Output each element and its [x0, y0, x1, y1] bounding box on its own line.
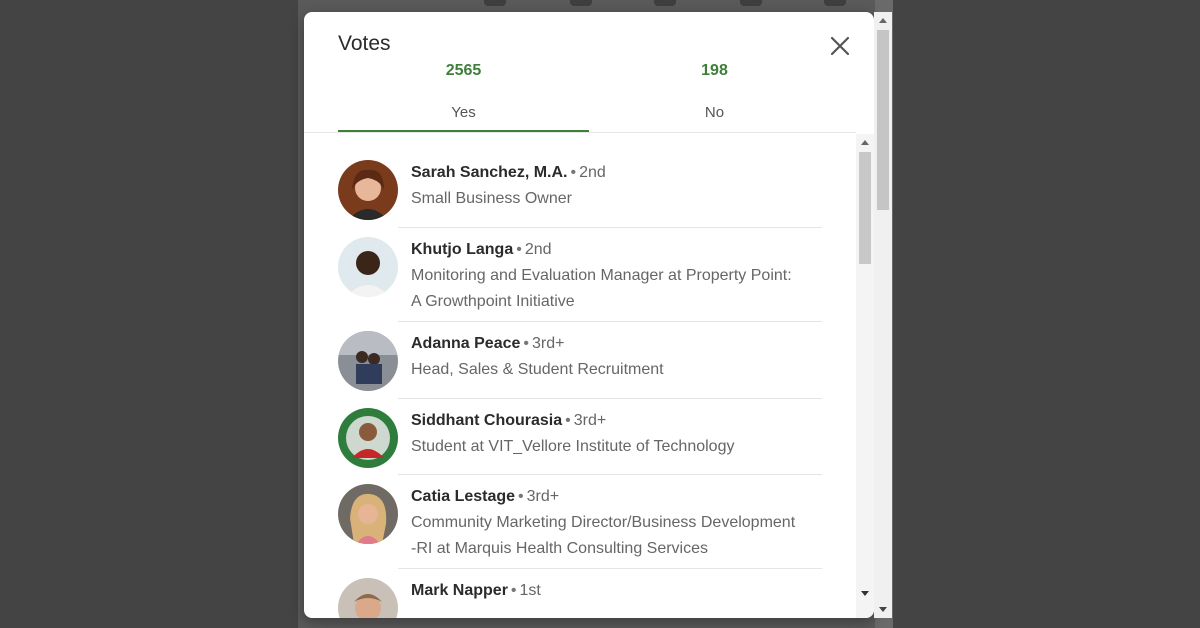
tab-yes[interactable]: 2565 Yes: [338, 60, 589, 132]
votes-modal: Votes 2565 Yes 198 No Sarah Sanchez, M.A…: [304, 12, 874, 618]
background-nav-icon: [740, 0, 762, 6]
separator-dot: •: [516, 241, 522, 258]
scroll-up-button[interactable]: [856, 136, 874, 150]
connection-degree: 3rd+: [532, 335, 565, 352]
connection-degree: 2nd: [524, 241, 552, 258]
background-nav-icon: [824, 0, 846, 6]
tab-no-label: No: [704, 104, 725, 121]
list-scrollbar[interactable]: [856, 134, 874, 618]
avatar: [338, 408, 398, 468]
voter-name[interactable]: Adanna Peace: [411, 335, 520, 352]
voter-info: Mark Napper • 1st: [411, 578, 822, 604]
connection-degree: 3rd+: [573, 412, 607, 429]
voter-info: Adanna Peace • 3rd+ Head, Sales & Student …: [411, 331, 822, 383]
list-divider: [398, 568, 822, 569]
separator-dot: •: [523, 335, 529, 352]
arrow-up-icon: [861, 140, 869, 145]
voter-headline: Head, Sales & Student Recruitment: [411, 361, 664, 378]
separator-dot: •: [510, 582, 517, 599]
voter-headline: A Growthpoint Initiative: [411, 293, 575, 310]
arrow-down-icon: [879, 607, 887, 612]
avatar: [338, 331, 398, 391]
avatar: [338, 484, 398, 544]
list-divider: [398, 227, 822, 228]
connection-degree: 2nd: [579, 164, 606, 181]
list-divider: [398, 474, 822, 475]
voter-name[interactable]: Catia Lestage: [411, 488, 515, 505]
vote-tabs: 2565 Yes 198 No: [338, 60, 840, 132]
list-divider: [398, 321, 822, 322]
voter-name[interactable]: Mark Napper: [411, 582, 508, 599]
background-nav-icon: [484, 0, 506, 6]
voter-headline: Student at VIT_Vellore Institute of Tech…: [411, 438, 735, 455]
modal-scrollbar[interactable]: [874, 12, 892, 618]
voter-info: Khutjo Langa • 2nd Monitoring and Evaluati…: [411, 237, 822, 315]
voter-headline: Small Business Owner: [411, 190, 572, 207]
outer-scroll-up-button[interactable]: [874, 14, 892, 28]
modal-title: Votes: [338, 32, 391, 55]
arrow-down-icon: [861, 591, 869, 596]
connection-degree: 3rd+: [526, 488, 560, 505]
arrow-up-icon: [879, 18, 887, 23]
voter-name[interactable]: Khutjo Langa: [411, 241, 513, 258]
scroll-down-button[interactable]: [856, 586, 874, 600]
avatar: [338, 160, 398, 220]
tab-no-count: 198: [701, 62, 728, 79]
voter-info: Sarah Sanchez, M.A. • 2nd Small Business O…: [411, 160, 822, 212]
outer-scroll-down-button[interactable]: [874, 602, 892, 616]
modal-scroll-thumb[interactable]: [877, 30, 889, 210]
avatar: [338, 578, 398, 618]
voter-list: Sarah Sanchez, M.A. • 2nd Small Business O…: [304, 134, 856, 618]
background-nav-icon: [654, 0, 676, 6]
tab-yes-label: Yes: [451, 104, 476, 121]
separator-dot: •: [565, 412, 571, 429]
close-icon: [830, 36, 850, 56]
connection-degree: 1st: [519, 582, 541, 599]
tab-no[interactable]: 198 No: [589, 60, 840, 132]
list-scroll-thumb[interactable]: [859, 152, 871, 264]
background-nav-icon: [570, 0, 592, 6]
tabs-divider: [304, 132, 856, 133]
list-divider: [398, 398, 822, 399]
separator-dot: •: [518, 488, 524, 505]
voter-headline: Community Marketing Director/Business De…: [411, 514, 796, 531]
voter-name[interactable]: Sarah Sanchez, M.A.: [411, 164, 568, 181]
voter-headline: -RI at Marquis Health Consulting Service…: [411, 540, 709, 557]
voter-name[interactable]: Siddhant Chourasia: [411, 412, 562, 429]
avatar: [338, 237, 398, 297]
separator-dot: •: [570, 164, 577, 181]
close-button[interactable]: [824, 30, 856, 62]
voter-headline: Monitoring and Evaluation Manager at Pro…: [411, 267, 792, 284]
voter-info: Catia Lestage • 3rd+ Community Marketing D…: [411, 484, 822, 562]
tab-yes-count: 2565: [445, 62, 482, 79]
voter-info: Siddhant Chourasia • 3rd+ Student at VIT_V…: [411, 408, 822, 460]
